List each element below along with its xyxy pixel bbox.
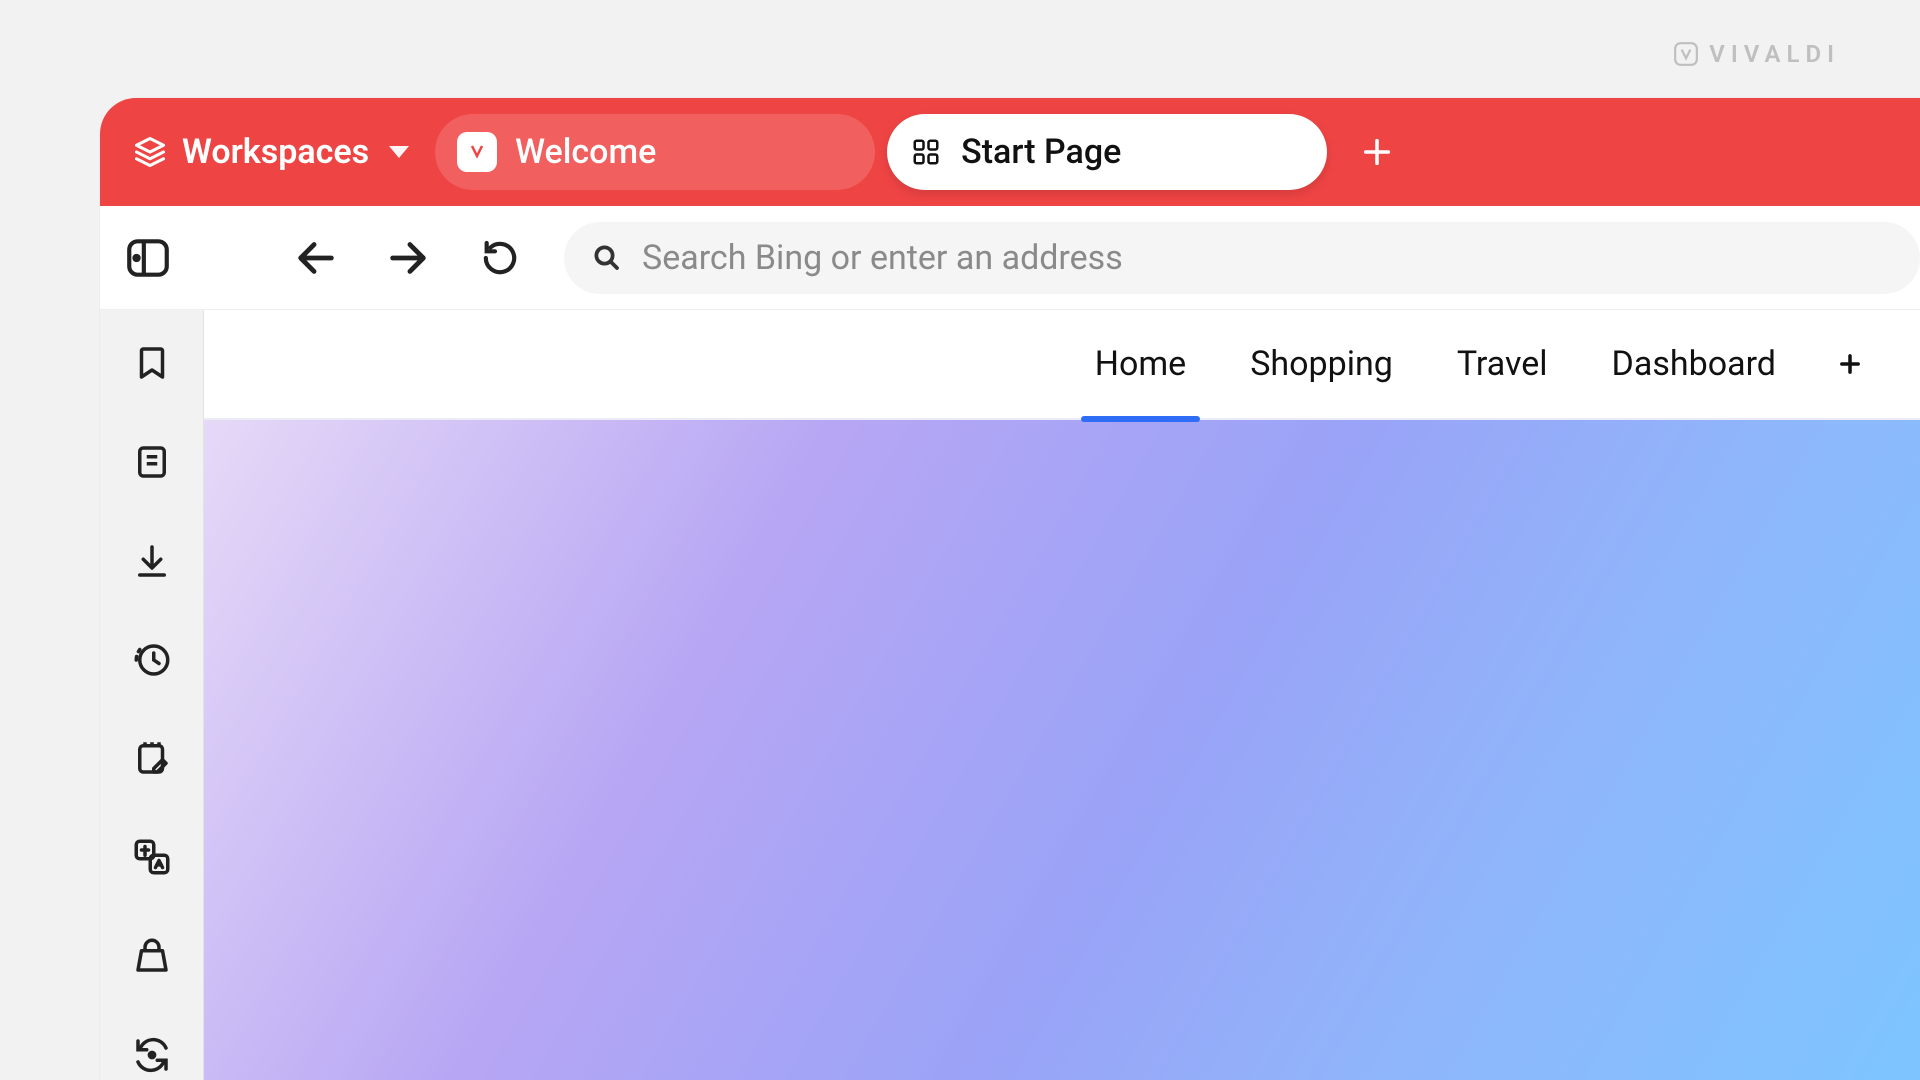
browser-body: Home Shopping Travel Dashboard xyxy=(100,310,1920,1080)
arrow-right-icon xyxy=(385,235,431,281)
forward-button[interactable] xyxy=(380,230,436,286)
new-tab-button[interactable] xyxy=(1349,124,1405,180)
reload-button[interactable] xyxy=(472,230,528,286)
sync-panel-button[interactable] xyxy=(122,1029,182,1080)
speed-dial-add-button[interactable] xyxy=(1836,350,1864,378)
tab-strip: Workspaces Welcome Start Page xyxy=(100,98,1920,206)
vivaldi-logo-icon xyxy=(1673,41,1699,67)
chevron-down-icon xyxy=(389,146,409,158)
speed-dial-label: Shopping xyxy=(1250,344,1393,384)
workspaces-icon xyxy=(132,134,168,170)
address-placeholder: Search Bing or enter an address xyxy=(642,238,1123,278)
browser-window: Workspaces Welcome Start Page xyxy=(100,98,1920,1080)
panel-sidebar xyxy=(100,310,204,1080)
reading-list-icon xyxy=(131,441,173,483)
speed-dial-group-shopping[interactable]: Shopping xyxy=(1246,344,1397,384)
tab-start-page[interactable]: Start Page xyxy=(887,114,1327,190)
tab-title: Start Page xyxy=(961,132,1121,172)
downloads-panel-button[interactable] xyxy=(122,536,182,587)
history-icon xyxy=(131,639,173,681)
navigation-bar: Search Bing or enter an address xyxy=(100,206,1920,310)
notes-icon xyxy=(131,737,173,779)
address-bar[interactable]: Search Bing or enter an address xyxy=(564,222,1920,294)
sessions-icon xyxy=(131,935,173,977)
panel-toggle-button[interactable] xyxy=(120,230,176,286)
download-icon xyxy=(131,540,173,582)
plus-icon xyxy=(1360,135,1394,169)
history-panel-button[interactable] xyxy=(122,634,182,685)
speed-dial-label: Travel xyxy=(1457,344,1548,384)
back-button[interactable] xyxy=(288,230,344,286)
page-content: Home Shopping Travel Dashboard xyxy=(204,310,1920,1080)
vivaldi-brand: VIVALDI xyxy=(1673,40,1840,68)
speed-dial-group-dashboard[interactable]: Dashboard xyxy=(1608,344,1780,384)
reload-icon xyxy=(480,238,520,278)
tab-welcome[interactable]: Welcome xyxy=(435,114,875,190)
notes-panel-button[interactable] xyxy=(122,733,182,784)
speed-dial-nav: Home Shopping Travel Dashboard xyxy=(204,310,1920,420)
bookmarks-panel-button[interactable] xyxy=(122,338,182,389)
sessions-panel-button[interactable] xyxy=(122,931,182,982)
workspaces-button[interactable]: Workspaces xyxy=(118,116,423,188)
translate-panel-button[interactable] xyxy=(122,832,182,883)
tab-title: Welcome xyxy=(515,132,656,172)
plus-icon xyxy=(1836,350,1864,378)
speed-dial-group-home[interactable]: Home xyxy=(1091,344,1191,384)
search-icon xyxy=(592,243,622,273)
speed-dial-grid-icon xyxy=(909,135,943,169)
start-page-background xyxy=(204,420,1920,1080)
vivaldi-favicon-icon xyxy=(457,132,497,172)
reading-list-panel-button[interactable] xyxy=(122,437,182,488)
speed-dial-label: Home xyxy=(1095,344,1187,384)
panel-toggle-icon xyxy=(123,233,173,283)
translate-icon xyxy=(131,836,173,878)
bookmark-icon xyxy=(131,342,173,384)
arrow-left-icon xyxy=(293,235,339,281)
workspaces-label: Workspaces xyxy=(182,132,369,172)
brand-text: VIVALDI xyxy=(1709,40,1840,68)
speed-dial-group-travel[interactable]: Travel xyxy=(1453,344,1552,384)
speed-dial-label: Dashboard xyxy=(1612,344,1776,384)
sync-icon xyxy=(131,1034,173,1076)
